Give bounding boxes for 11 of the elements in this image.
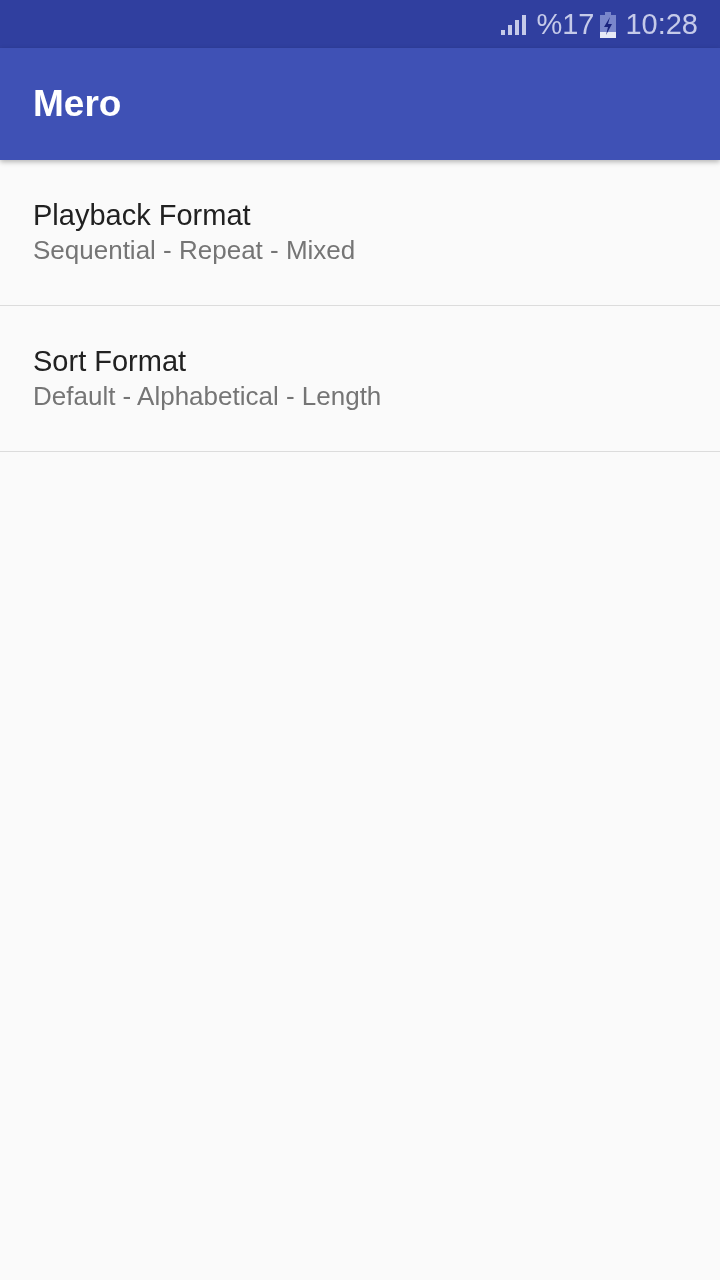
- battery-percent: %17: [536, 7, 595, 41]
- setting-summary: Default - Alphabetical - Length: [33, 380, 382, 413]
- battery-charging-icon: [600, 12, 617, 38]
- clock-time: 10:28: [625, 7, 698, 41]
- settings-item[interactable]: Playback Format Sequential - Repeat - Mixed: [0, 160, 720, 306]
- app-title: Mero: [33, 82, 122, 126]
- setting-summary: Sequential - Repeat - Mixed: [33, 234, 356, 267]
- setting-title: Sort Format: [33, 344, 187, 379]
- setting-title: Playback Format: [33, 198, 251, 233]
- settings-item[interactable]: Sort Format Default - Alphabetical - Length: [0, 306, 720, 452]
- signal-icon: [501, 15, 527, 35]
